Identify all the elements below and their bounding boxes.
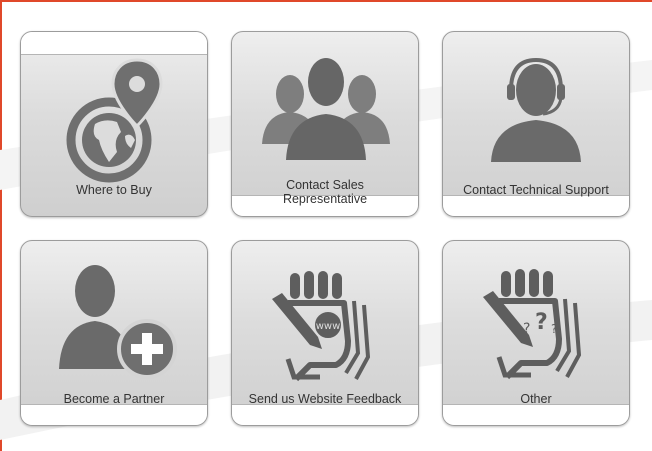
tile-where-to-buy[interactable]: Where to Buy [20, 31, 208, 217]
tile-bottom-bar [443, 195, 629, 216]
svg-text:?: ? [523, 321, 530, 337]
tile-bottom-bar [232, 404, 418, 425]
svg-text:?: ? [551, 322, 557, 336]
tile-label: Other [520, 392, 552, 406]
tile-other[interactable]: ? ? ? Other [442, 240, 630, 426]
tile-label: Contact Sales Representative [282, 178, 368, 206]
tile-label: Where to Buy [76, 183, 152, 197]
tile-website-feedback[interactable]: www Send us Website Feedback [231, 240, 419, 426]
tile-contact-technical-support[interactable]: Contact Technical Support [442, 31, 630, 217]
tile-contact-sales[interactable]: Contact Sales Representative [231, 31, 419, 217]
tile-label: Send us Website Feedback [248, 392, 402, 406]
svg-text:www: www [316, 321, 341, 332]
tile-bottom-bar [443, 404, 629, 425]
svg-text:?: ? [535, 310, 548, 335]
tile-label: Become a Partner [63, 392, 165, 406]
tile-become-partner[interactable]: Become a Partner [20, 240, 208, 426]
tile-label: Contact Technical Support [463, 183, 609, 197]
tile-bottom-bar [21, 404, 207, 425]
